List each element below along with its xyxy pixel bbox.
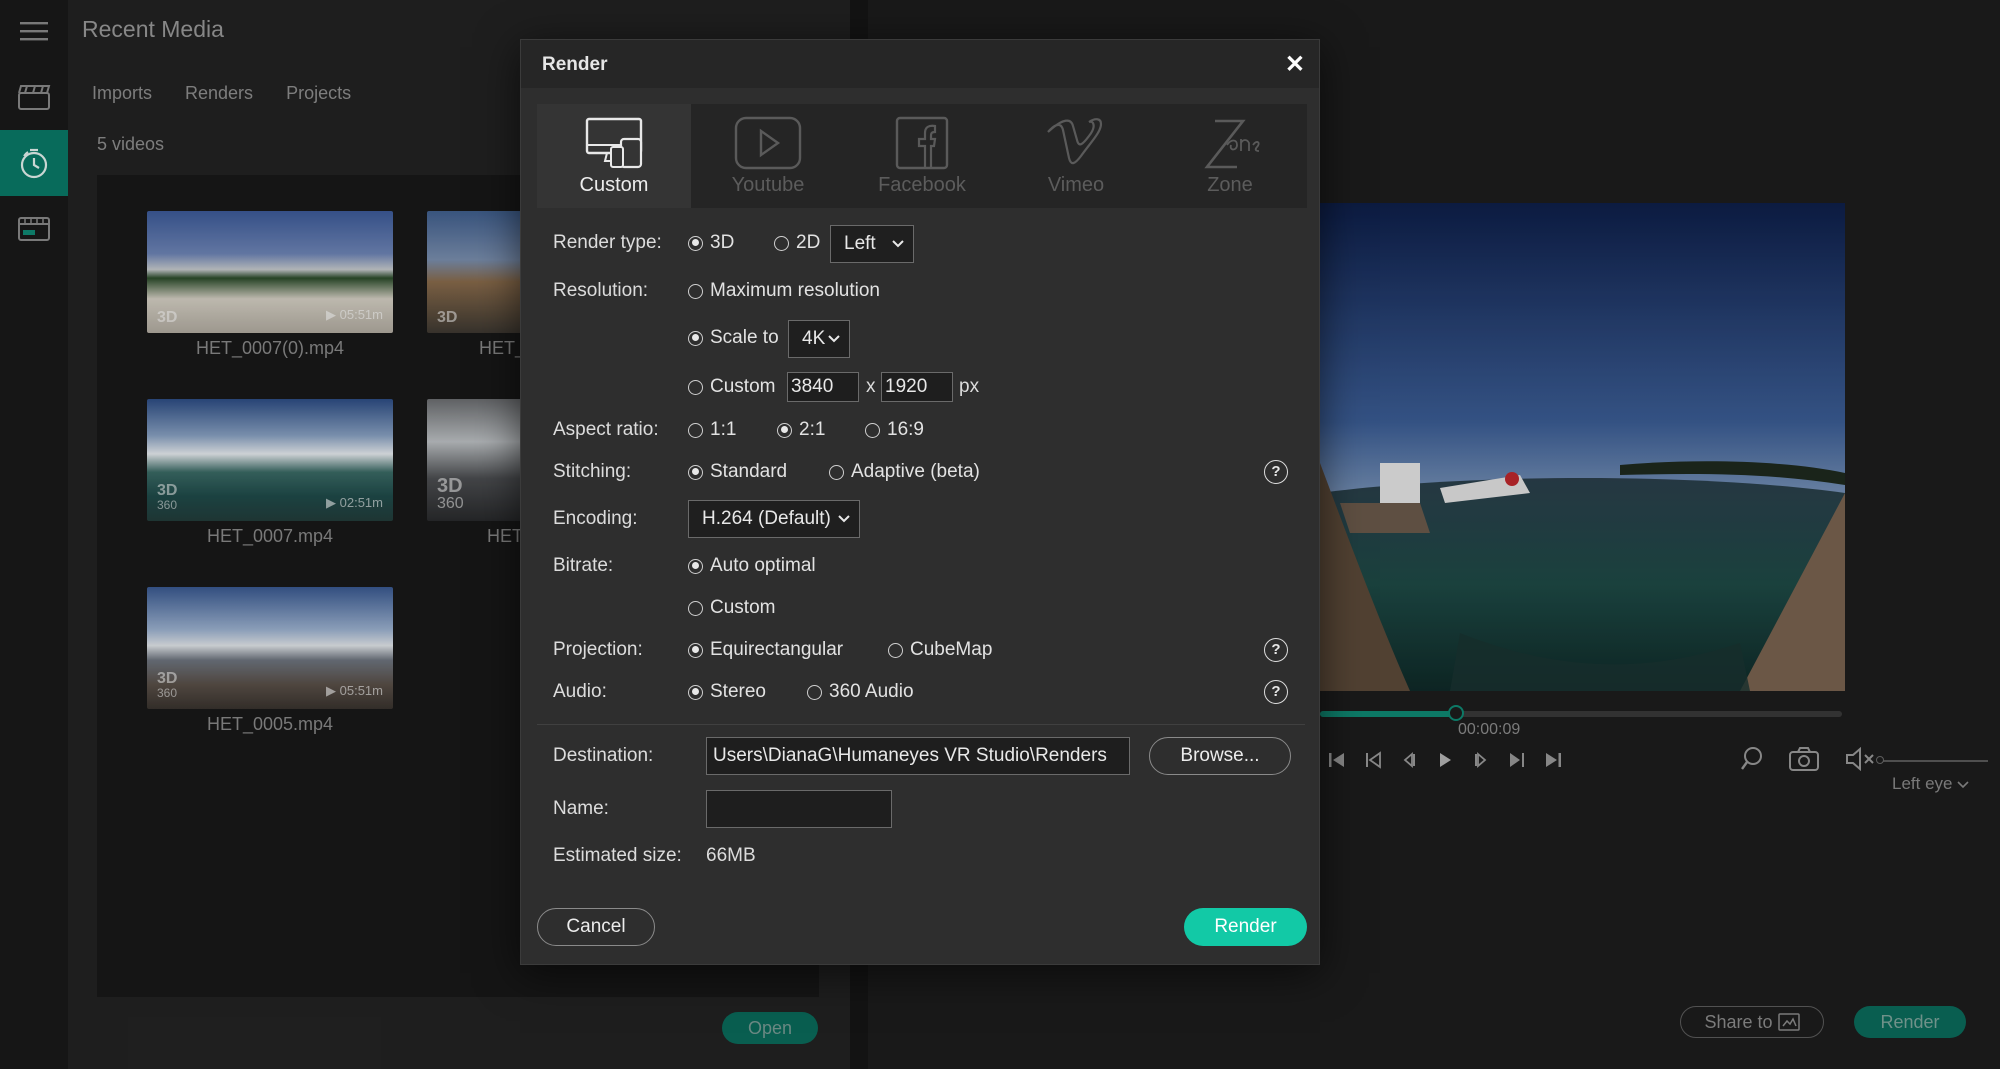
scale-dropdown[interactable]: 4K	[788, 320, 850, 358]
bitrate-custom-radio[interactable]: Custom	[688, 597, 775, 619]
aspect-16-9-radio[interactable]: 16:9	[865, 419, 924, 441]
aspect-2-1-radio[interactable]: 2:1	[777, 419, 825, 441]
projection-cubemap-radio[interactable]: CubeMap	[888, 639, 992, 661]
tab-custom[interactable]: Custom	[537, 104, 691, 208]
estimated-size-value: 66MB	[706, 845, 756, 866]
tab-label: Custom	[579, 174, 649, 196]
radio-selected	[688, 464, 703, 480]
browse-button[interactable]: Browse...	[1149, 737, 1291, 775]
stitching-adaptive-radio[interactable]: Adaptive (beta)	[829, 461, 980, 483]
audio-360-radio[interactable]: 360 Audio	[807, 681, 914, 703]
dimension-separator: x	[866, 376, 876, 397]
render-type-2d-radio[interactable]: 2D	[774, 232, 820, 254]
chevron-down-icon	[828, 335, 840, 343]
radio-unselected	[688, 600, 703, 616]
radio-unselected	[829, 464, 844, 480]
dialog-title: Render	[542, 54, 608, 75]
vimeo-icon	[1047, 118, 1103, 165]
chevron-down-icon	[838, 515, 850, 523]
cancel-button[interactable]: Cancel	[537, 908, 655, 946]
chevron-down-icon	[892, 240, 904, 248]
render-button[interactable]: Render	[1184, 908, 1307, 946]
radio-selected	[688, 684, 703, 700]
radio-unselected	[688, 379, 703, 395]
name-input[interactable]	[706, 790, 892, 828]
height-input[interactable]: 1920	[881, 372, 953, 402]
radio-selected	[688, 235, 703, 251]
destination-input[interactable]: Users\DianaG\Humaneyes VR Studio\Renders	[706, 737, 1130, 775]
aspect-1-1-radio[interactable]: 1:1	[688, 419, 736, 441]
render-dialog: Render ✕ Custom Youtube Facebook Vimeo Z…	[520, 39, 1320, 965]
encoding-dropdown[interactable]: H.264 (Default)	[688, 500, 860, 538]
tab-facebook[interactable]: Facebook	[845, 104, 999, 208]
audio-label: Audio:	[553, 681, 607, 702]
radio-unselected	[888, 642, 903, 658]
radio-selected	[688, 558, 703, 574]
tab-label: Zone	[1207, 174, 1253, 196]
radio-unselected	[865, 422, 880, 438]
stitching-help-icon[interactable]: ?	[1264, 460, 1288, 484]
resolution-label: Resolution:	[553, 280, 649, 301]
stitching-standard-radio[interactable]: Standard	[688, 461, 787, 483]
audio-stereo-radio[interactable]: Stereo	[688, 681, 766, 703]
tab-youtube[interactable]: Youtube	[691, 104, 845, 208]
bitrate-label: Bitrate:	[553, 555, 614, 576]
app-window: Recent Media Imports Renders Projects 5 …	[0, 0, 2000, 1069]
platform-tabs: Custom Youtube Facebook Vimeo Zone	[537, 104, 1307, 208]
radio-selected	[688, 642, 703, 658]
devices-icon	[585, 117, 643, 169]
width-input[interactable]: 3840	[787, 372, 859, 402]
render-type-3d-radio[interactable]: 3D	[688, 232, 734, 254]
radio-unselected	[688, 283, 703, 299]
facebook-icon	[895, 116, 949, 170]
custom-resolution-radio[interactable]: Custom	[688, 376, 775, 398]
destination-label: Destination:	[553, 745, 654, 766]
tab-label: Vimeo	[1047, 174, 1105, 196]
radio-unselected	[688, 422, 703, 438]
tab-label: Facebook	[878, 174, 966, 196]
radio-unselected	[807, 684, 822, 700]
audio-help-icon[interactable]: ?	[1264, 680, 1288, 704]
close-icon[interactable]: ✕	[1285, 50, 1305, 79]
tab-label: Youtube	[731, 174, 805, 196]
stitching-label: Stitching:	[553, 461, 632, 482]
eye-dropdown[interactable]: Left	[830, 225, 914, 263]
projection-equi-radio[interactable]: Equirectangular	[688, 639, 843, 661]
youtube-icon	[734, 116, 802, 170]
estimated-size-label: Estimated size:	[553, 845, 682, 866]
pixel-unit: px	[959, 376, 980, 397]
projection-help-icon[interactable]: ?	[1264, 638, 1288, 662]
dialog-separator	[537, 724, 1305, 725]
scale-to-radio[interactable]: Scale to	[688, 327, 779, 349]
radio-selected	[688, 330, 703, 346]
name-label: Name:	[553, 798, 609, 819]
radio-selected	[777, 422, 792, 438]
zone-icon	[1204, 119, 1260, 169]
projection-label: Projection:	[553, 639, 643, 660]
radio-unselected	[774, 235, 789, 251]
bitrate-auto-radio[interactable]: Auto optimal	[688, 555, 816, 577]
max-resolution-radio[interactable]: Maximum resolution	[688, 280, 880, 302]
tab-zone[interactable]: Zone	[1153, 104, 1307, 208]
render-type-label: Render type:	[553, 232, 662, 253]
encoding-label: Encoding:	[553, 508, 638, 529]
dialog-header: Render ✕	[521, 40, 1319, 88]
aspect-ratio-label: Aspect ratio:	[553, 419, 659, 440]
tab-vimeo[interactable]: Vimeo	[999, 104, 1153, 208]
